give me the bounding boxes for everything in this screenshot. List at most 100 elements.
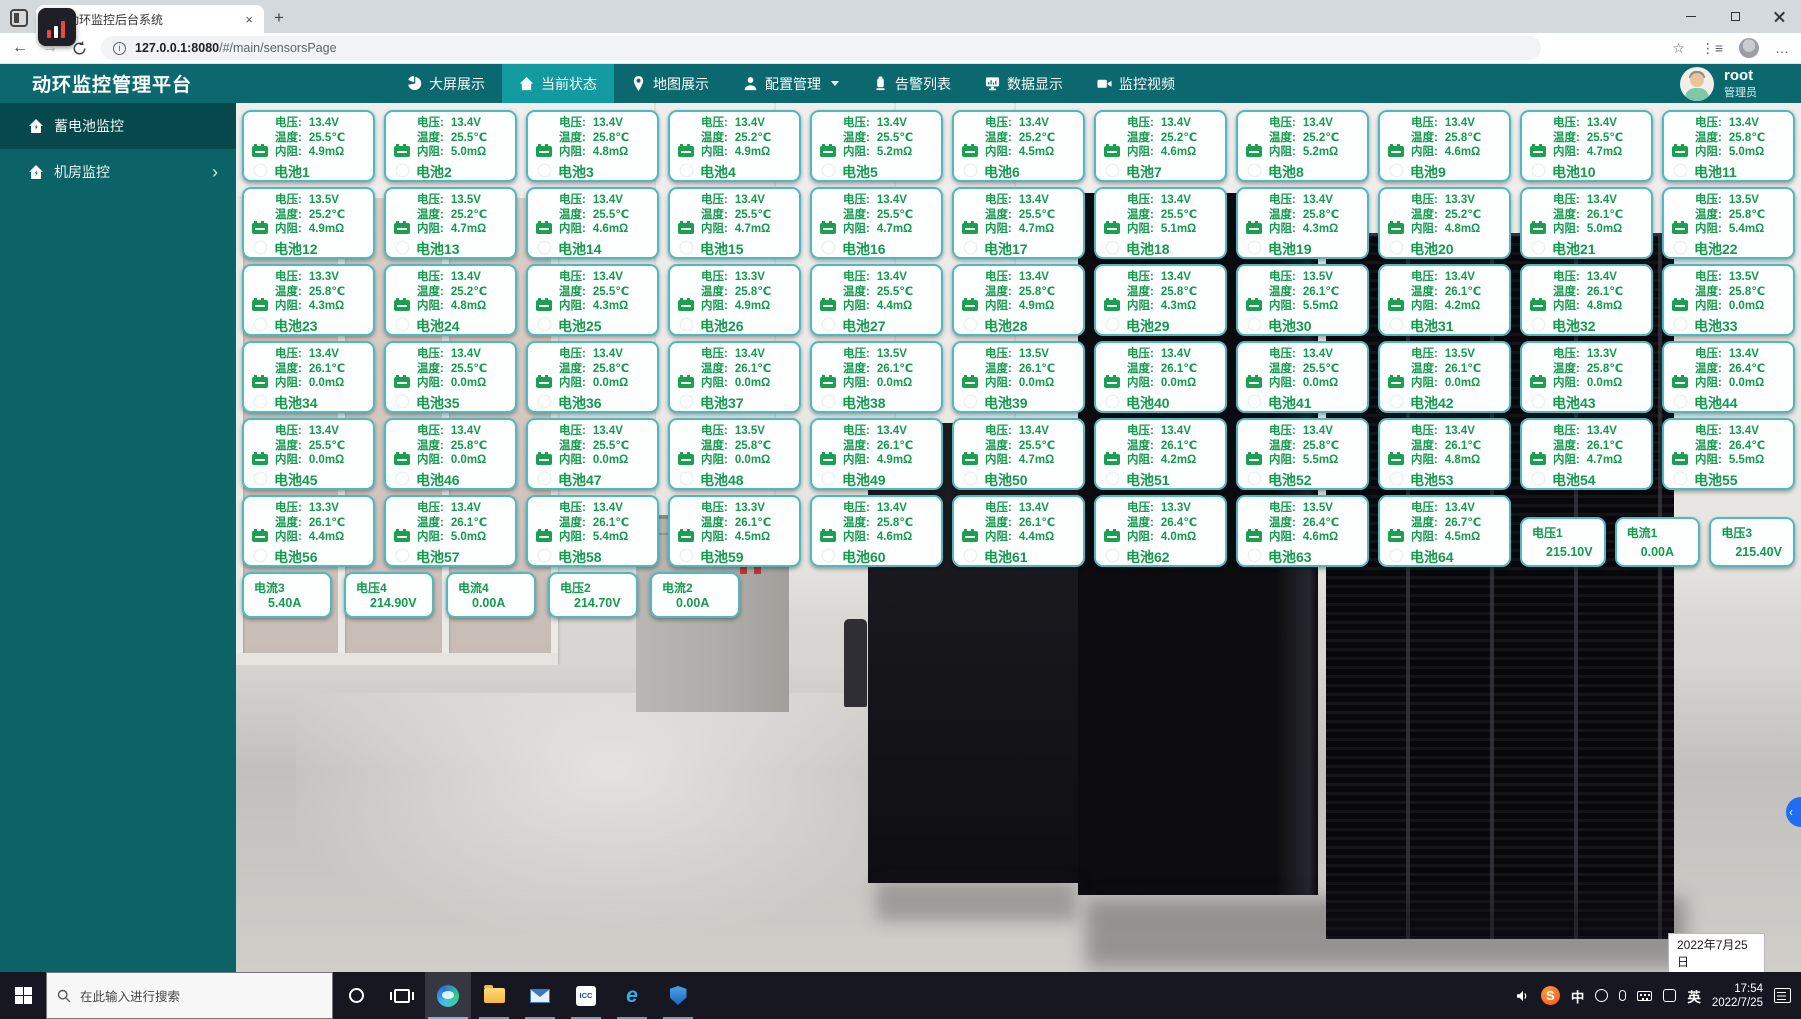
battery-card[interactable]: 电压:13.4V温度:26.1℃内阻:0.0mΩ电池37 [668,341,801,413]
battery-card[interactable]: 电压:13.4V温度:25.5℃内阻:5.0mΩ电池2 [384,110,517,182]
nav-item-7[interactable]: 监控视频 [1080,64,1192,103]
battery-card[interactable]: 电压:13.5V温度:26.1℃内阻:0.0mΩ电池42 [1378,341,1511,413]
battery-card[interactable]: 电压:13.4V温度:25.8℃内阻:4.3mΩ电池19 [1236,187,1369,259]
battery-card[interactable]: 电压:13.4V温度:25.5℃内阻:4.7mΩ电池50 [952,418,1085,490]
new-tab-button[interactable]: + [274,8,284,28]
close-button[interactable] [1757,0,1801,33]
sogou-ime-icon[interactable]: S [1541,986,1560,1005]
battery-card[interactable]: 电压:13.4V温度:25.8℃内阻:4.9mΩ电池28 [952,264,1085,336]
battery-card[interactable]: 电压:13.4V温度:26.1℃内阻:4.4mΩ电池61 [952,495,1085,567]
favorite-star-icon[interactable]: ☆ [1672,40,1685,57]
battery-card[interactable]: 电压:13.4V温度:25.5℃内阻:4.9mΩ电池1 [242,110,375,182]
battery-card[interactable]: 电压:13.4V温度:26.1℃内阻:4.7mΩ电池54 [1520,418,1653,490]
taskbar-icc-button[interactable]: ICC [563,972,609,1019]
start-button[interactable] [0,972,46,1019]
battery-card[interactable]: 电压:13.4V温度:26.1℃内阻:0.0mΩ电池40 [1094,341,1227,413]
battery-card[interactable]: 电压:13.5V温度:26.1℃内阻:5.5mΩ电池30 [1236,264,1369,336]
battery-card[interactable]: 电压:13.4V温度:26.1℃内阻:4.8mΩ电池53 [1378,418,1511,490]
battery-card[interactable]: 电压:13.4V温度:25.5℃内阻:4.7mΩ电池16 [810,187,943,259]
meter-card[interactable]: 电压2214.70V [548,572,638,618]
nav-item-6[interactable]: 数据显示 [968,64,1080,103]
battery-card[interactable]: 电压:13.3V温度:25.2℃内阻:4.8mΩ电池20 [1378,187,1511,259]
battery-card[interactable]: 电压:13.4V温度:26.1℃内阻:4.8mΩ电池32 [1520,264,1653,336]
battery-card[interactable]: 电压:13.4V温度:25.2℃内阻:4.8mΩ电池24 [384,264,517,336]
nav-item-3[interactable]: 地图展示 [614,64,726,103]
battery-card[interactable]: 电压:13.3V温度:26.1℃内阻:4.5mΩ电池59 [668,495,801,567]
task-view-button[interactable] [379,972,425,1019]
cortana-button[interactable] [333,972,379,1019]
battery-card[interactable]: 电压:13.4V温度:25.5℃内阻:0.0mΩ电池47 [526,418,659,490]
battery-card[interactable]: 电压:13.4V温度:26.4℃内阻:5.5mΩ电池55 [1662,418,1795,490]
minimize-button[interactable] [1669,0,1713,33]
battery-card[interactable]: 电压:13.5V温度:26.1℃内阻:0.0mΩ电池39 [952,341,1085,413]
battery-card[interactable]: 电压:13.4V温度:25.5℃内阻:0.0mΩ电池45 [242,418,375,490]
speaker-icon[interactable] [1516,990,1530,1002]
battery-card[interactable]: 电压:13.4V温度:26.1℃内阻:0.0mΩ电池34 [242,341,375,413]
battery-card[interactable]: 电压:13.5V温度:25.2℃内阻:4.9mΩ电池12 [242,187,375,259]
taskbar-clock[interactable]: 17:54 2022/7/25 [1712,982,1763,1010]
battery-card[interactable]: 电压:13.4V温度:25.5℃内阻:4.7mΩ电池17 [952,187,1085,259]
battery-card[interactable]: 电压:13.5V温度:26.4℃内阻:4.6mΩ电池63 [1236,495,1369,567]
action-center-icon[interactable] [1774,988,1791,1003]
battery-card[interactable]: 电压:13.4V温度:25.5℃内阻:5.1mΩ电池18 [1094,187,1227,259]
battery-card[interactable]: 电压:13.4V温度:26.1℃内阻:5.0mΩ电池21 [1520,187,1653,259]
ime-smiley-icon[interactable] [1595,989,1608,1002]
taskbar-ie-button[interactable]: e [609,972,655,1019]
battery-card[interactable]: 电压:13.4V温度:25.5℃内阻:0.0mΩ电池41 [1236,341,1369,413]
ime-toolbox-icon[interactable] [1663,989,1676,1002]
battery-card[interactable]: 电压:13.4V温度:25.8℃内阻:4.3mΩ电池29 [1094,264,1227,336]
battery-card[interactable]: 电压:13.5V温度:26.1℃内阻:0.0mΩ电池38 [810,341,943,413]
battery-card[interactable]: 电压:13.3V温度:25.8℃内阻:4.3mΩ电池23 [242,264,375,336]
battery-card[interactable]: 电压:13.4V温度:26.4℃内阻:0.0mΩ电池44 [1662,341,1795,413]
battery-card[interactable]: 电压:13.4V温度:26.1℃内阻:4.9mΩ电池49 [810,418,943,490]
battery-card[interactable]: 电压:13.4V温度:25.2℃内阻:4.9mΩ电池4 [668,110,801,182]
battery-card[interactable]: 电压:13.3V温度:26.1℃内阻:4.4mΩ电池56 [242,495,375,567]
tab-close-icon[interactable]: × [242,12,256,27]
battery-card[interactable]: 电压:13.5V温度:25.8℃内阻:0.0mΩ电池33 [1662,264,1795,336]
battery-card[interactable]: 电压:13.4V温度:25.8℃内阻:4.6mΩ电池60 [810,495,943,567]
nav-item-2[interactable]: 当前状态 [502,64,614,103]
meter-card[interactable]: 电流35.40A [242,572,332,618]
battery-card[interactable]: 电压:13.4V温度:25.5℃内阻:4.6mΩ电池14 [526,187,659,259]
battery-card[interactable]: 电压:13.4V温度:26.1℃内阻:5.0mΩ电池57 [384,495,517,567]
battery-card[interactable]: 电压:13.3V温度:26.4℃内阻:4.0mΩ电池62 [1094,495,1227,567]
site-info-icon[interactable]: i [113,42,126,55]
keyboard-icon[interactable] [1637,991,1652,1001]
user-avatar[interactable] [1680,67,1714,101]
back-icon[interactable]: ← [12,39,28,57]
collections-icon[interactable]: ⋮≡ [1701,40,1723,57]
tab-actions-icon[interactable] [10,9,28,27]
taskbar-security-button[interactable] [655,972,701,1019]
battery-card[interactable]: 电压:13.5V温度:25.8℃内阻:0.0mΩ电池48 [668,418,801,490]
browser-profile-avatar[interactable] [1739,38,1759,58]
battery-card[interactable]: 电压:13.4V温度:26.1℃内阻:5.4mΩ电池58 [526,495,659,567]
settings-ellipsis-icon[interactable]: … [1775,40,1789,56]
taskbar-explorer-button[interactable] [471,972,517,1019]
battery-card[interactable]: 电压:13.4V温度:25.8℃内阻:0.0mΩ电池36 [526,341,659,413]
floating-app-icon[interactable] [38,8,76,46]
battery-card[interactable]: 电压:13.5V温度:25.8℃内阻:5.4mΩ电池22 [1662,187,1795,259]
battery-card[interactable]: 电压:13.4V温度:25.8℃内阻:5.5mΩ电池52 [1236,418,1369,490]
mic-icon[interactable] [1619,990,1626,1001]
url-bar[interactable]: i 127.0.0.1:8080/#/main/sensorsPage [101,36,1541,60]
battery-card[interactable]: 电压:13.4V温度:25.8℃内阻:5.0mΩ电池11 [1662,110,1795,182]
battery-card[interactable]: 电压:13.4V温度:25.2℃内阻:4.5mΩ电池6 [952,110,1085,182]
battery-card[interactable]: 电压:13.4V温度:25.5℃内阻:5.2mΩ电池5 [810,110,943,182]
sidebar-item-battery-monitor[interactable]: 蓄电池监控 [0,103,236,149]
battery-card[interactable]: 电压:13.4V温度:25.2℃内阻:5.2mΩ电池8 [1236,110,1369,182]
battery-card[interactable]: 电压:13.3V温度:25.8℃内阻:4.9mΩ电池26 [668,264,801,336]
nav-item-4[interactable]: 配置管理 [726,64,856,103]
battery-card[interactable]: 电压:13.4V温度:26.1℃内阻:4.2mΩ电池51 [1094,418,1227,490]
nav-item-5[interactable]: 告警列表 [856,64,968,103]
taskbar-mail-button[interactable] [517,972,563,1019]
meter-card[interactable]: 电压3215.40V [1709,517,1795,567]
meter-card[interactable]: 电压4214.90V [344,572,434,618]
taskbar-search[interactable]: 在此输入进行搜索 [46,972,333,1019]
user-box[interactable]: root 管理员 [1680,67,1757,101]
battery-card[interactable]: 电压:13.4V温度:25.8℃内阻:4.6mΩ电池9 [1378,110,1511,182]
meter-card[interactable]: 电流20.00A [650,572,740,618]
battery-card[interactable]: 电压:13.4V温度:25.8℃内阻:0.0mΩ电池46 [384,418,517,490]
battery-card[interactable]: 电压:13.4V温度:25.5℃内阻:4.7mΩ电池15 [668,187,801,259]
lang-indicator[interactable]: 英 [1687,986,1701,1006]
ime-mode-cn[interactable]: 中 [1571,986,1585,1006]
